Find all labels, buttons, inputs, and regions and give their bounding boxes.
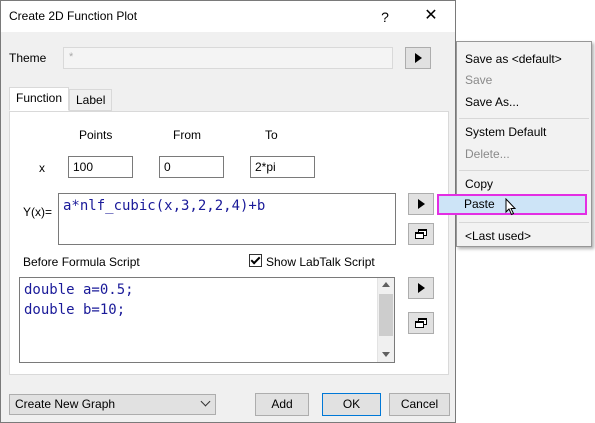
title-bar: Create 2D Function Plot ? ✕ (1, 1, 455, 32)
script-line-1: double a=0.5; (24, 282, 134, 298)
play-arrow-icon (417, 199, 425, 209)
from-header: From (173, 128, 201, 142)
scroll-down-icon[interactable] (382, 352, 390, 357)
script-editor[interactable]: double a=0.5; double b=10; (19, 277, 395, 363)
y-expression-text: a*nlf_cubic(x,3,2,2,4)+b (63, 198, 266, 214)
window-restore-icon (415, 318, 427, 328)
show-labtalk-checkbox[interactable] (249, 254, 262, 267)
script-scrollbar[interactable] (377, 278, 394, 362)
menu-item-last-used[interactable]: <Last used> (465, 228, 531, 244)
points-input[interactable]: 100 (68, 156, 133, 178)
theme-label: Theme (9, 51, 47, 65)
theme-menu-button[interactable] (405, 47, 431, 69)
show-labtalk-label: Show LabTalk Script (266, 255, 375, 269)
menu-item-delete[interactable]: Delete... (465, 146, 510, 162)
chevron-down-icon (200, 396, 211, 407)
create-2d-function-plot-dialog: Create 2D Function Plot ? ✕ Theme * Func… (0, 0, 456, 423)
mouse-cursor-icon (505, 198, 517, 216)
menu-item-system-default[interactable]: System Default (465, 124, 546, 140)
y-expression-menu-button[interactable] (408, 193, 434, 215)
script-menu-button[interactable] (408, 277, 434, 299)
check-icon (250, 254, 261, 265)
menu-item-save-as[interactable]: Save As... (465, 94, 519, 110)
before-formula-script-label: Before Formula Script (23, 255, 140, 269)
script-expand-button[interactable] (408, 312, 434, 334)
add-button[interactable]: Add (255, 393, 309, 416)
tab-function[interactable]: Function (9, 87, 70, 111)
help-button[interactable]: ? (373, 6, 397, 28)
menu-item-save-as-default[interactable]: Save as <default> (465, 51, 562, 67)
y-expression-label: Y(x)= (23, 205, 53, 219)
theme-context-menu: Save as <default> Save Save As... System… (456, 41, 592, 247)
y-expression-expand-button[interactable] (408, 223, 434, 245)
play-arrow-icon (414, 53, 422, 63)
menu-separator (459, 222, 589, 223)
cancel-button[interactable]: Cancel (389, 393, 450, 416)
play-arrow-icon (417, 283, 425, 293)
graph-target-value: Create New Graph (15, 397, 116, 411)
x-label: x (39, 161, 45, 175)
scroll-up-icon[interactable] (382, 282, 390, 287)
graph-target-select[interactable]: Create New Graph (9, 394, 216, 415)
menu-item-copy[interactable]: Copy (465, 176, 493, 192)
y-expression-input[interactable]: a*nlf_cubic(x,3,2,2,4)+b (58, 193, 396, 245)
window-restore-icon (415, 229, 427, 239)
theme-field[interactable]: * (63, 47, 393, 69)
close-button[interactable]: ✕ (419, 4, 443, 28)
to-header: To (265, 128, 278, 142)
points-header: Points (79, 128, 113, 142)
menu-item-paste-highlight[interactable]: Paste (437, 194, 587, 216)
to-input[interactable]: 2*pi (250, 156, 315, 178)
ok-button[interactable]: OK (322, 393, 381, 416)
window-title: Create 2D Function Plot (9, 9, 138, 23)
script-line-2: double b=10; (24, 302, 126, 318)
menu-item-paste[interactable]: Paste (464, 197, 495, 211)
from-input[interactable]: 0 (159, 156, 224, 178)
menu-separator (459, 170, 589, 171)
tab-label[interactable]: Label (69, 89, 113, 111)
scroll-thumb[interactable] (379, 294, 393, 336)
menu-item-save[interactable]: Save (465, 72, 492, 88)
menu-separator (459, 118, 589, 119)
